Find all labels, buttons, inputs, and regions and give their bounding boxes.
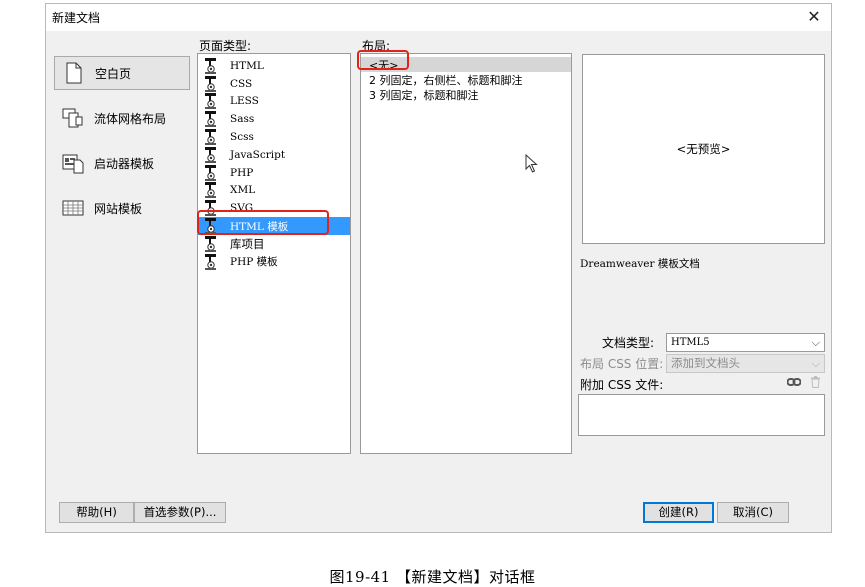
file-type-icon bbox=[204, 93, 218, 110]
category-label: 启动器模板 bbox=[94, 156, 155, 171]
preferences-button[interactable]: 首选参数(P)... bbox=[134, 502, 226, 523]
preview-panel: <无预览> bbox=[582, 54, 825, 244]
page-type-label: 页面类型: bbox=[199, 39, 252, 53]
blank-page-icon bbox=[63, 62, 85, 84]
layout-item-2col[interactable]: 2 列固定，右侧栏、标题和脚注 bbox=[361, 72, 571, 87]
file-type-icon bbox=[204, 111, 218, 128]
doctype-label: 文档类型: bbox=[602, 336, 655, 350]
chevron-down-icon: ⌵ bbox=[811, 357, 820, 370]
page-type-item-javascript[interactable]: JavaScript bbox=[198, 146, 350, 164]
file-type-icon bbox=[204, 200, 218, 217]
file-type-icon bbox=[204, 218, 218, 235]
page-type-item-html-template[interactable]: HTML 模板 bbox=[198, 217, 350, 235]
dialog-title: 新建文档 bbox=[52, 11, 101, 25]
file-type-icon bbox=[204, 164, 218, 181]
file-type-icon bbox=[204, 75, 218, 92]
page-type-item-svg[interactable]: SVG bbox=[198, 199, 350, 217]
cancel-button[interactable]: 取消(C) bbox=[717, 502, 789, 523]
file-type-icon bbox=[204, 253, 218, 270]
close-icon[interactable]: ✕ bbox=[801, 5, 827, 29]
doctype-select[interactable]: HTML5 ⌵ bbox=[666, 333, 825, 352]
page-type-item-scss[interactable]: Scss bbox=[198, 128, 350, 146]
page-type-item-html[interactable]: HTML bbox=[198, 57, 350, 75]
page-type-item-css[interactable]: CSS bbox=[198, 75, 350, 93]
page-type-item-php-template[interactable]: PHP 模板 bbox=[198, 253, 350, 271]
category-fluid-grid[interactable]: 流体网格布局 bbox=[54, 101, 190, 135]
category-blank-page[interactable]: 空白页 bbox=[54, 56, 190, 90]
preview-text: <无预览> bbox=[676, 142, 731, 156]
category-starter-template[interactable]: 启动器模板 bbox=[54, 146, 190, 180]
category-label: 空白页 bbox=[95, 66, 132, 81]
category-label: 流体网格布局 bbox=[94, 111, 167, 126]
mouse-cursor-icon bbox=[525, 154, 538, 173]
layout-item-none[interactable]: <无> bbox=[361, 57, 571, 72]
file-type-icon bbox=[204, 182, 218, 199]
link-icon[interactable] bbox=[787, 377, 801, 387]
layout-label: 布局: bbox=[362, 39, 391, 53]
css-position-label: 布局 CSS 位置: bbox=[580, 357, 664, 371]
chevron-down-icon: ⌵ bbox=[811, 336, 820, 349]
css-position-value: 添加到文档头 bbox=[671, 356, 740, 370]
help-button[interactable]: 帮助(H) bbox=[59, 502, 134, 523]
layout-list[interactable]: <无> 2 列固定，右侧栏、标题和脚注 3 列固定，标题和脚注 bbox=[360, 53, 572, 454]
file-type-icon bbox=[204, 129, 218, 146]
css-position-select[interactable]: 添加到文档头 ⌵ bbox=[666, 354, 825, 373]
attach-css-label: 附加 CSS 文件: bbox=[580, 378, 664, 392]
starter-template-icon bbox=[62, 152, 84, 174]
page-type-item-less[interactable]: LESS bbox=[198, 93, 350, 111]
fluid-grid-icon bbox=[62, 107, 84, 129]
page-type-list[interactable]: HTML CSS LESS Sass Scss JavaScript PHP X… bbox=[197, 53, 351, 454]
new-document-dialog: 新建文档 ✕ 空白页 流体网格布局 启动器模板 网站模板 页面类型: HTML … bbox=[45, 3, 832, 533]
file-type-icon bbox=[204, 235, 218, 252]
file-type-icon bbox=[204, 146, 218, 163]
attached-css-list[interactable] bbox=[578, 394, 825, 436]
site-template-icon bbox=[62, 197, 84, 219]
document-description: Dreamweaver 模板文档 bbox=[580, 258, 700, 270]
doctype-value: HTML5 bbox=[671, 337, 710, 348]
trash-icon[interactable] bbox=[810, 376, 821, 388]
file-type-icon bbox=[204, 57, 218, 74]
figure-caption: 图19-41 【新建文档】对话框 bbox=[329, 568, 536, 586]
page-type-item-xml[interactable]: XML bbox=[198, 182, 350, 200]
title-bar: 新建文档 ✕ bbox=[46, 4, 831, 31]
page-type-item-library[interactable]: 库项目 bbox=[198, 235, 350, 253]
category-site-template[interactable]: 网站模板 bbox=[54, 191, 190, 225]
layout-item-3col[interactable]: 3 列固定，标题和脚注 bbox=[361, 87, 571, 102]
page-type-item-php[interactable]: PHP bbox=[198, 164, 350, 182]
category-label: 网站模板 bbox=[94, 201, 143, 216]
create-button[interactable]: 创建(R) bbox=[643, 502, 714, 523]
page-type-item-sass[interactable]: Sass bbox=[198, 110, 350, 128]
